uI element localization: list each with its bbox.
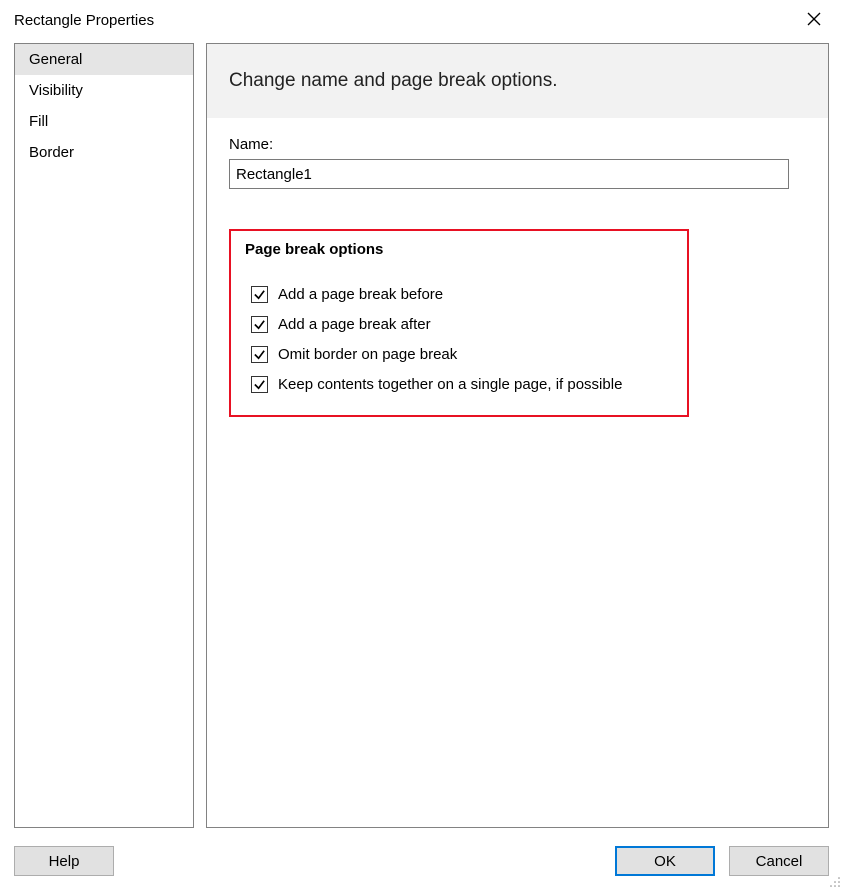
sidebar: General Visibility Fill Border [14,43,194,828]
sidebar-item-label: Fill [29,113,48,130]
resize-grip-icon [827,874,841,888]
sidebar-item-label: Visibility [29,82,83,99]
cancel-button[interactable]: Cancel [729,846,829,876]
close-icon [807,12,821,26]
dialog-title: Rectangle Properties [14,12,154,29]
check-icon [253,318,266,331]
name-label: Name: [229,136,806,153]
close-button[interactable] [799,8,829,33]
content-panel: Change name and page break options. Name… [206,43,829,828]
checkbox-omit-border[interactable] [251,346,268,363]
checkbox-keep-together[interactable] [251,376,268,393]
main-area: General Visibility Fill Border Change na… [0,43,843,828]
checkbox-label: Add a page break after [278,316,431,333]
checkbox-row-break-before[interactable]: Add a page break before [251,286,673,303]
sidebar-item-label: General [29,51,82,68]
checkbox-break-after[interactable] [251,316,268,333]
checkbox-label: Omit border on page break [278,346,457,363]
sidebar-item-general[interactable]: General [15,44,193,75]
content-body: Name: Page break options Add a page brea… [207,118,828,435]
checkbox-row-break-after[interactable]: Add a page break after [251,316,673,333]
check-icon [253,348,266,361]
ok-button[interactable]: OK [615,846,715,876]
name-input[interactable] [229,159,789,189]
help-button[interactable]: Help [14,846,114,876]
titlebar: Rectangle Properties [0,0,843,43]
sidebar-item-visibility[interactable]: Visibility [15,75,193,106]
page-break-title: Page break options [245,241,673,258]
sidebar-item-label: Border [29,144,74,161]
checkbox-label: Keep contents together on a single page,… [278,376,622,393]
check-icon [253,288,266,301]
sidebar-item-fill[interactable]: Fill [15,106,193,137]
dialog-footer: Help OK Cancel [14,846,829,876]
checkbox-row-keep-together[interactable]: Keep contents together on a single page,… [251,376,673,393]
page-break-section: Page break options Add a page break befo… [229,229,689,417]
resize-grip[interactable] [827,874,841,888]
checkbox-break-before[interactable] [251,286,268,303]
content-header: Change name and page break options. [207,44,828,118]
check-icon [253,378,266,391]
sidebar-item-border[interactable]: Border [15,137,193,168]
checkbox-label: Add a page break before [278,286,443,303]
checkbox-row-omit-border[interactable]: Omit border on page break [251,346,673,363]
